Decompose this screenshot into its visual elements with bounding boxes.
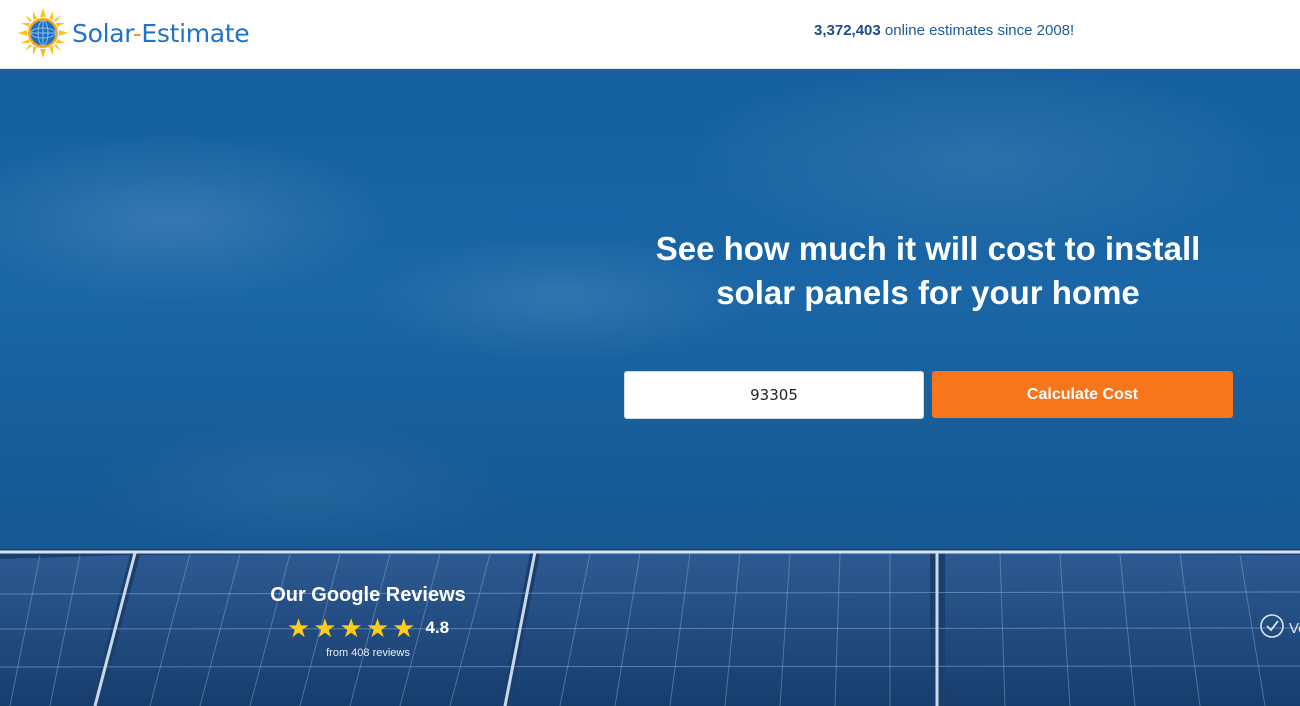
verified-badge[interactable]: Ve (1259, 613, 1300, 644)
hero-headline-line1: See how much it will cost to install (655, 230, 1201, 267)
logo-wordmark: Solar-Estimate (72, 18, 250, 48)
solar-panels-background (0, 549, 1300, 706)
star-icon: ★ (286, 613, 311, 643)
zip-code-input[interactable] (624, 371, 924, 419)
sun-globe-icon (18, 8, 68, 58)
estimates-count-label: online estimates since 2008! (880, 22, 1075, 39)
check-circle-icon (1259, 613, 1285, 644)
rating-stars: ★ ★ ★ ★ ★ (287, 615, 416, 641)
hero-headline: See how much it will cost to install sol… (610, 227, 1246, 315)
star-icon: ★ (365, 613, 390, 643)
estimates-count: 3,372,403 (814, 22, 881, 39)
reviews-title: Our Google Reviews (270, 584, 466, 606)
star-icon: ★ (313, 613, 337, 643)
hero-section: See how much it will cost to install sol… (0, 69, 1300, 706)
hero-headline-line2: solar panels for your home (716, 274, 1140, 311)
google-reviews-widget[interactable]: Our Google Reviews ★ ★ ★ ★ ★ 4.8 from 40… (254, 583, 482, 659)
star-icon: ★ (339, 613, 363, 643)
calculate-cost-button[interactable]: Calculate Cost (932, 371, 1233, 418)
logo-text-estimate: Estimate (141, 18, 250, 48)
reviews-count: from 408 reviews (326, 647, 410, 659)
estimates-counter: 3,372,403 online estimates since 2008! (814, 22, 1074, 39)
site-logo[interactable]: Solar-Estimate (18, 8, 250, 58)
site-header: Solar-Estimate 3,372,403 online estimate… (0, 0, 1300, 69)
rating-value: 4.8 (425, 618, 450, 637)
verified-badge-text: Ve (1289, 619, 1300, 637)
star-icon: ★ (392, 613, 416, 643)
logo-text-solar: Solar (72, 18, 133, 48)
